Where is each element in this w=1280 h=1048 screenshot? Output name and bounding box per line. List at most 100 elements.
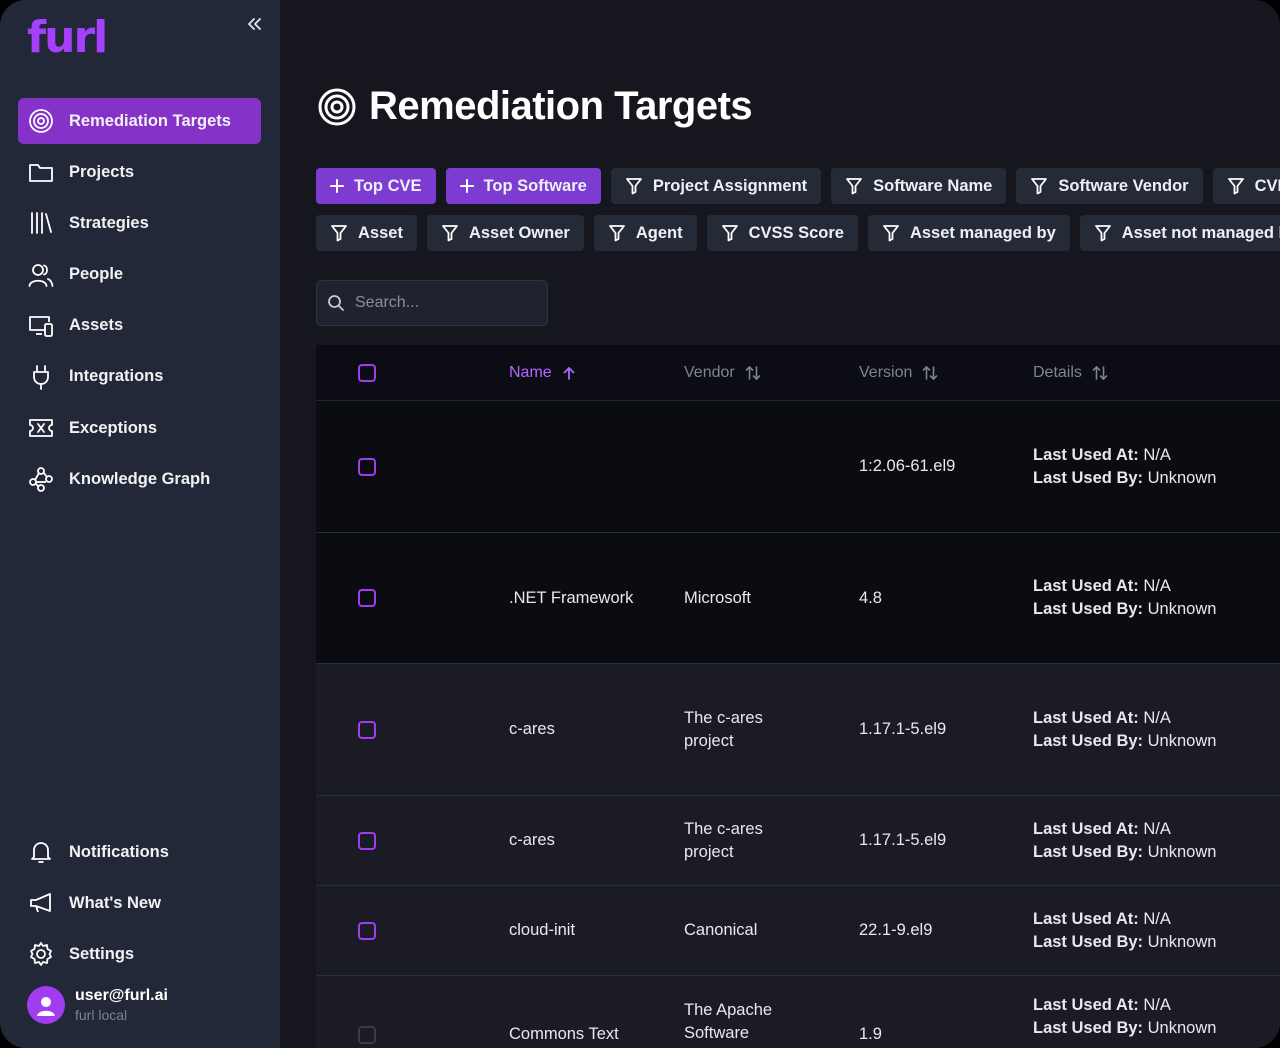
cell-details: Last Used At: N/A Last Used By: Unknown <box>1033 908 1216 954</box>
devices-icon <box>28 313 54 339</box>
column-header-version[interactable]: Version <box>859 364 938 382</box>
filter-asset-not-managed-by[interactable]: Asset not managed by <box>1079 215 1280 251</box>
details-label: Last Used By: <box>1033 932 1144 951</box>
table-row[interactable]: cloud-init Canonical 22.1-9.el9 Last Use… <box>316 886 1280 976</box>
target-icon <box>318 88 356 125</box>
last-used-by: Unknown <box>1147 600 1217 618</box>
filter-cvss-score[interactable]: CVSS Score <box>706 215 858 251</box>
cell-details: Last Used At: N/A Last Used By: Unknown <box>1033 575 1216 621</box>
user-icon <box>37 997 55 1016</box>
details-label: Last Used At: <box>1033 708 1139 727</box>
app-window: furl Remediation Targets Projects Strate… <box>0 0 1280 1048</box>
megaphone-icon <box>28 890 54 916</box>
furl-logo[interactable]: furl <box>27 12 108 63</box>
filter-asset-managed-by[interactable]: Asset managed by <box>867 215 1070 251</box>
filter-icon <box>1094 225 1111 242</box>
cell-version: 1.17.1-5.el9 <box>859 831 947 849</box>
chip-label: Software Vendor <box>1058 176 1189 195</box>
filter-software-vendor[interactable]: Software Vendor <box>1016 168 1203 204</box>
main-content: Remediation Targets Top CVE Top Software… <box>280 0 1280 1048</box>
row-checkbox[interactable] <box>358 831 376 850</box>
collapse-sidebar-button[interactable] <box>240 10 268 38</box>
top-software-button[interactable]: Top Software <box>445 168 601 204</box>
filter-project-assignment[interactable]: Project Assignment <box>610 168 822 204</box>
last-used-at: N/A <box>1143 577 1171 595</box>
column-header-name[interactable]: Name <box>509 364 576 382</box>
last-used-by: Unknown <box>1147 932 1217 951</box>
chip-label: Software Name <box>873 176 993 195</box>
ticket-x-icon <box>28 415 54 441</box>
sidebar-item-projects[interactable]: Projects <box>18 149 261 195</box>
details-label: Last Used By: <box>1033 731 1144 750</box>
sidebar-item-remediation-targets[interactable]: Remediation Targets <box>18 98 261 144</box>
filter-icon <box>883 225 899 242</box>
filter-asset-owner[interactable]: Asset Owner <box>426 215 584 251</box>
filter-asset[interactable]: Asset <box>316 215 417 251</box>
filter-software-name[interactable]: Software Name <box>831 168 1007 204</box>
filter-icon <box>331 225 347 242</box>
cell-version: 1.17.1-5.el9 <box>859 720 947 738</box>
software-table: Name Vendor Version Details 1:2.06-61.el… <box>316 345 1280 1048</box>
cell-details: Last Used At: N/A Last Used By: Unknown <box>1033 444 1216 490</box>
row-checkbox[interactable] <box>358 921 376 940</box>
table-row[interactable]: 1:2.06-61.el9 Last Used At: N/A Last Use… <box>316 401 1280 533</box>
column-header-details[interactable]: Details <box>1033 359 1108 387</box>
sidebar-item-label: Projects <box>69 162 135 181</box>
plug-icon <box>28 364 54 390</box>
arrow-up-icon <box>563 366 575 380</box>
search-icon <box>328 295 344 311</box>
sidebar-item-settings[interactable]: Settings <box>18 931 261 977</box>
top-cve-button[interactable]: Top CVE <box>316 168 436 204</box>
sidebar-item-integrations[interactable]: Integrations <box>18 354 261 400</box>
row-checkbox[interactable] <box>358 1026 376 1044</box>
chip-label: CVE <box>1254 176 1280 195</box>
sidebar-item-strategies[interactable]: Strategies <box>18 200 261 246</box>
chip-label: Project Assignment <box>652 176 808 195</box>
filter-icon <box>721 225 738 242</box>
plus-icon <box>330 179 344 193</box>
table-row[interactable]: c-ares The c-ares project 1.17.1-5.el9 L… <box>316 796 1280 886</box>
select-all-checkbox[interactable] <box>358 363 376 382</box>
table-row[interactable]: .NET Framework Microsoft 4.8 Last Used A… <box>316 533 1280 664</box>
cell-vendor: Canonical <box>684 921 758 939</box>
sidebar-item-knowledge-graph[interactable]: Knowledge Graph <box>18 456 261 502</box>
details-label: Last Used At: <box>1033 577 1139 595</box>
table-row[interactable]: c-ares The c-ares project 1.17.1-5.el9 L… <box>316 664 1280 796</box>
cell-vendor: The Apache Software <box>684 1001 773 1042</box>
sidebar-item-people[interactable]: People <box>18 252 261 298</box>
sidebar-item-label: Assets <box>69 316 124 335</box>
details-label: Last Used By: <box>1033 600 1144 618</box>
search-input[interactable] <box>355 294 535 312</box>
filter-agent[interactable]: Agent <box>593 215 697 251</box>
column-header-vendor[interactable]: Vendor <box>684 364 804 382</box>
column-label: Version <box>859 363 913 381</box>
folder-icon <box>28 159 54 185</box>
filter-row-2: Asset Asset Owner Agent CVSS Score Asset… <box>316 215 1280 251</box>
row-checkbox[interactable] <box>358 589 376 607</box>
sidebar-item-label: People <box>69 265 124 284</box>
filter-cve[interactable]: CVE <box>1212 168 1280 204</box>
user-email: user@furl.ai <box>75 987 168 1004</box>
user-profile[interactable]: user@furl.ai furl local <box>27 986 168 1024</box>
cell-vendor: Microsoft <box>684 588 751 607</box>
last-used-by: Unknown <box>1147 468 1217 487</box>
sidebar-item-whats-new[interactable]: What's New <box>18 880 261 926</box>
row-checkbox[interactable] <box>358 720 376 739</box>
details-label: Last Used By: <box>1033 468 1144 487</box>
details-label: Last Used At: <box>1033 819 1139 838</box>
user-info: user@furl.ai furl local <box>75 987 168 1023</box>
row-checkbox[interactable] <box>358 457 376 476</box>
column-label: Name <box>509 363 552 381</box>
last-used-by: Unknown <box>1147 1019 1217 1037</box>
cell-name: .NET Framework <box>509 588 634 607</box>
sidebar-item-exceptions[interactable]: Exceptions <box>18 405 261 451</box>
sidebar-item-assets[interactable]: Assets <box>18 303 261 349</box>
last-used-by: Unknown <box>1147 731 1217 750</box>
sort-icon <box>745 365 761 380</box>
sidebar-nav: Remediation Targets Projects Strategies … <box>18 98 261 508</box>
table-row[interactable]: Commons Text The Apache Software 1.9 Las… <box>316 976 1280 1048</box>
cell-vendor: The c-ares project <box>684 708 763 750</box>
table-header: Name Vendor Version Details <box>316 345 1280 401</box>
last-used-by: Unknown <box>1147 842 1217 861</box>
sidebar-item-notifications[interactable]: Notifications <box>18 829 261 875</box>
